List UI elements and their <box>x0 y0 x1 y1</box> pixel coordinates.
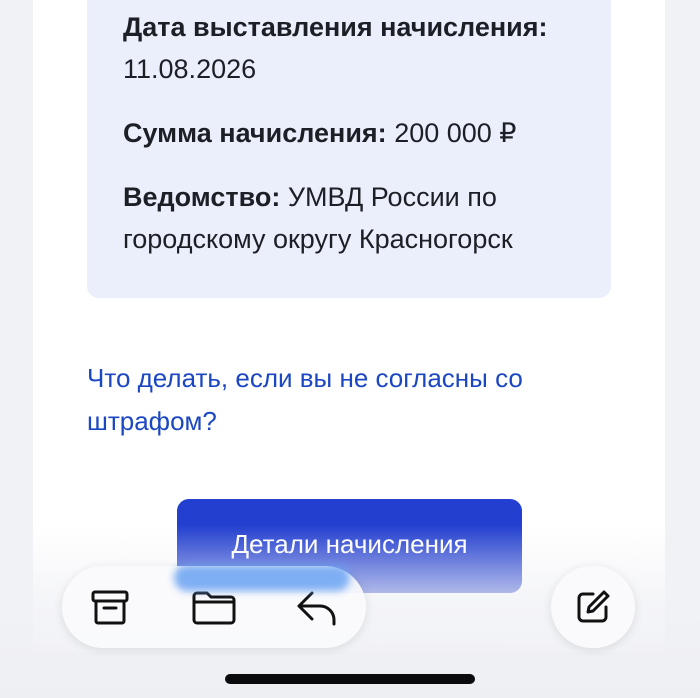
compose-button[interactable] <box>551 566 635 648</box>
charge-sum-value: 200 000 ₽ <box>394 118 517 148</box>
charge-sum-label: Сумма начисления: <box>123 118 387 148</box>
mail-view: Дата выставления начисления: 11.08.2026 … <box>0 0 700 698</box>
blurred-highlight <box>174 565 350 591</box>
charge-date-label: Дата выставления начисления: <box>123 12 548 42</box>
charge-department-label: Ведомство: <box>123 182 281 212</box>
archive-icon <box>91 590 129 625</box>
move-to-folder-button[interactable] <box>190 586 236 630</box>
home-indicator[interactable] <box>225 674 475 684</box>
compose-icon <box>577 590 610 623</box>
folder-icon <box>192 591 236 625</box>
archive-button[interactable] <box>88 586 132 630</box>
dispute-fine-link[interactable]: Что делать, если вы не согласны со штраф… <box>87 357 557 443</box>
charge-date-value: 11.08.2026 <box>123 54 257 84</box>
reply-button[interactable] <box>294 586 338 630</box>
reply-icon <box>297 591 336 626</box>
charge-department: Ведомство: УМВД России по городскому окр… <box>123 176 593 260</box>
charge-sum: Сумма начисления: 200 000 ₽ <box>123 112 516 154</box>
